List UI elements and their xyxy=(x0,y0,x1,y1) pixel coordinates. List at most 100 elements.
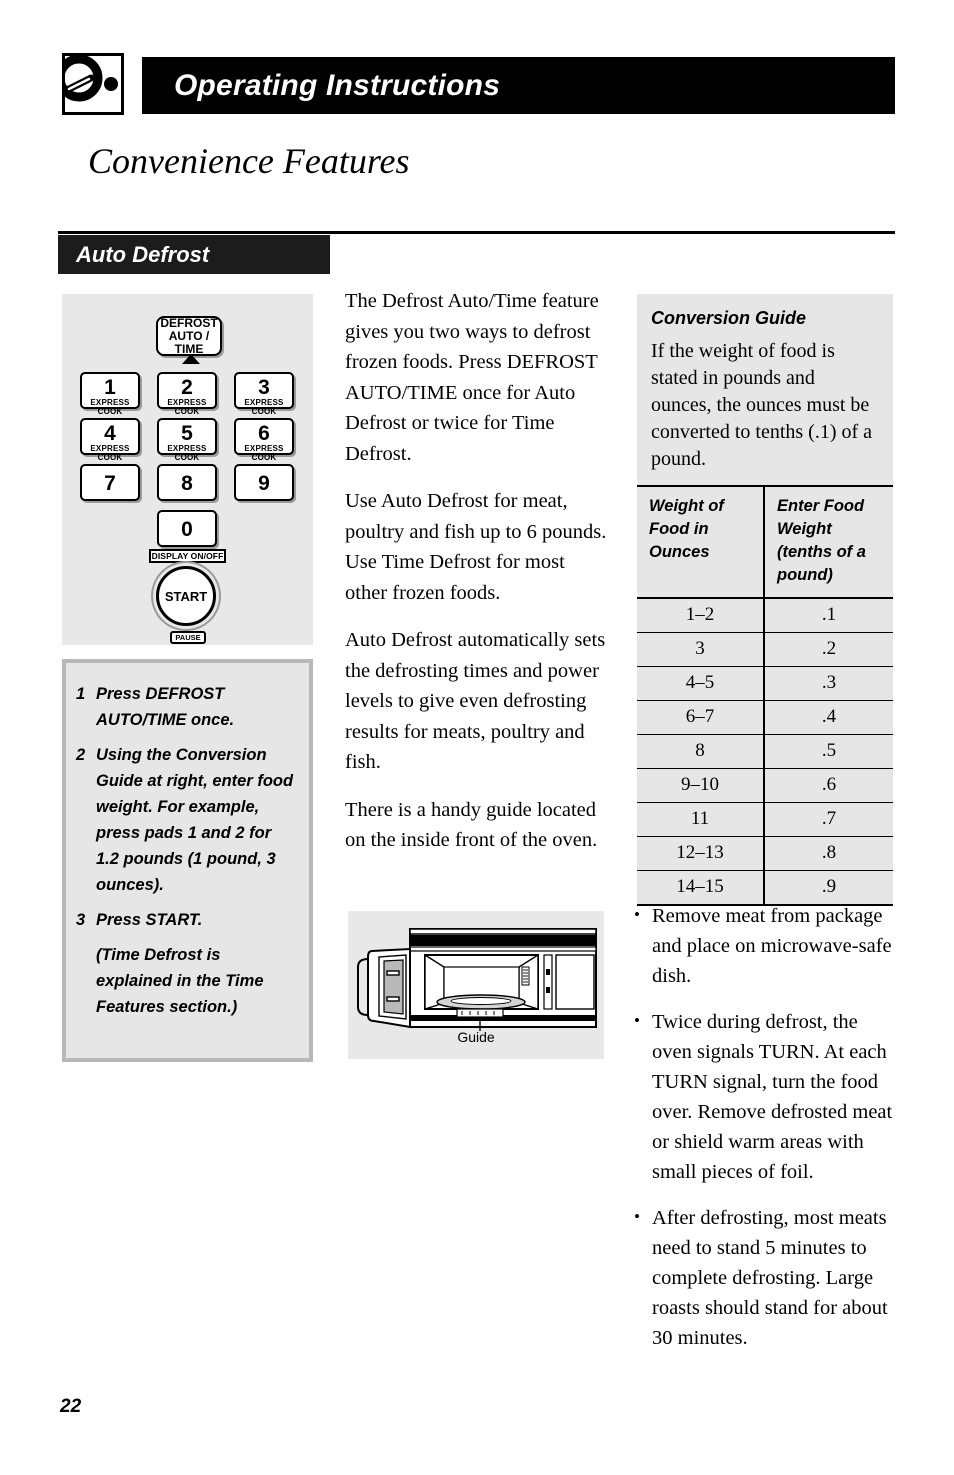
defrost-key-line2: AUTO / TIME xyxy=(168,328,210,356)
cell-ounces: 9–10 xyxy=(637,768,765,803)
number-key-9: 9 xyxy=(234,464,294,501)
number-key-0-digit: 0 xyxy=(181,518,193,541)
cell-tenths: .6 xyxy=(764,768,893,803)
table-row: 6–7 .4 xyxy=(637,700,893,735)
number-key-5-sublabel: EXPRESS COOK xyxy=(167,444,207,462)
body-paragraph-1: The Defrost Auto/Time feature gives you … xyxy=(345,290,599,465)
step-item-2: 2 Using the Conversion Guide at right, e… xyxy=(76,742,297,898)
number-key-7-digit: 7 xyxy=(104,472,116,495)
number-key-1: 1 EXPRESS COOK xyxy=(80,372,140,416)
column-header-enter-weight: Enter Food Weight (tenths of a pound) xyxy=(764,485,893,599)
section-header-auto-defrost: Auto Defrost xyxy=(58,235,330,274)
steps-note-text: (Time Defrost is explained in the Time F… xyxy=(96,946,264,1016)
number-key-8: 8 xyxy=(157,464,217,501)
column-header-weight-ounces: Weight of Food in Ounces xyxy=(637,485,765,599)
number-key-6-digit: 6 xyxy=(258,422,270,445)
cell-ounces: 8 xyxy=(637,734,765,769)
number-key-3-digit: 3 xyxy=(258,376,270,399)
table-row: 1–2 .1 xyxy=(637,597,893,633)
number-key-9-digit: 9 xyxy=(258,472,270,495)
defrost-key-line1: DEFROST xyxy=(160,315,218,330)
keypad-illustration: DEFROST AUTO / TIME 1 EXPRESS COOK 2 EXP… xyxy=(62,294,313,645)
cell-ounces: 1–2 xyxy=(637,597,765,633)
table-row: 4–5 .3 xyxy=(637,666,893,701)
steps-note: (Time Defrost is explained in the Time F… xyxy=(96,942,297,1020)
body-paragraph-2: Use Auto Defrost for meat, poultry and f… xyxy=(345,490,607,604)
number-key-1-sublabel: EXPRESS COOK xyxy=(90,398,130,416)
start-button-illustration: START xyxy=(156,566,216,626)
list-item: After defrosting, most meats need to sta… xyxy=(634,1202,898,1353)
defrost-auto-time-key: DEFROST AUTO / TIME xyxy=(156,316,222,356)
cell-tenths: .9 xyxy=(764,870,893,906)
number-key-3-sublabel: EXPRESS COOK xyxy=(244,398,284,416)
pause-tag: PAUSE xyxy=(170,631,206,644)
body-paragraph-4: There is a handy guide located on the in… xyxy=(345,798,598,852)
number-key-4-digit: 4 xyxy=(104,422,116,445)
section-header-label: Auto Defrost xyxy=(76,242,210,267)
table-row: 3 .2 xyxy=(637,632,893,667)
conversion-table: Weight of Food in Ounces Enter Food Weig… xyxy=(637,485,893,906)
step-2-number: 2 xyxy=(76,746,86,764)
cell-ounces: 11 xyxy=(637,802,765,837)
cell-ounces: 14–15 xyxy=(637,870,765,906)
page-number: 22 xyxy=(60,1396,82,1417)
cell-ounces: 6–7 xyxy=(637,700,765,735)
number-key-0: 0 xyxy=(157,510,217,547)
page-header-title: Operating Instructions xyxy=(174,69,501,102)
microwave-oven-figure: Guide xyxy=(348,911,604,1059)
number-key-2-sublabel: EXPRESS COOK xyxy=(167,398,207,416)
number-key-4: 4 EXPRESS COOK xyxy=(80,418,140,462)
number-key-2-digit: 2 xyxy=(181,376,193,399)
cell-tenths: .1 xyxy=(764,597,893,633)
number-key-4-sublabel: EXPRESS COOK xyxy=(90,444,130,462)
number-key-2: 2 EXPRESS COOK xyxy=(157,372,217,416)
table-header-row: Weight of Food in Ounces Enter Food Weig… xyxy=(637,485,893,599)
document-page: Operating Instructions Convenience Featu… xyxy=(0,0,954,1475)
defrost-tips-list: Remove meat from package and place on mi… xyxy=(632,900,898,1369)
cell-tenths: .7 xyxy=(764,802,893,837)
step-1-text: Press DEFROST AUTO/TIME once. xyxy=(96,685,235,729)
number-key-6: 6 EXPRESS COOK xyxy=(234,418,294,462)
body-text-column: The Defrost Auto/Time feature gives you … xyxy=(345,286,607,873)
microwave-oven-open-door-illustration xyxy=(357,928,597,1031)
cell-ounces: 12–13 xyxy=(637,836,765,871)
list-item: Remove meat from package and place on mi… xyxy=(634,900,898,991)
knob-dial-icon xyxy=(62,53,124,115)
number-key-8-digit: 8 xyxy=(181,472,193,495)
step-3-text: Press START. xyxy=(96,911,203,929)
body-paragraph-3: Auto Defrost automatically sets the defr… xyxy=(345,629,606,773)
step-item-1: 1 Press DEFROST AUTO/TIME once. xyxy=(76,681,297,733)
table-row: 12–13 .8 xyxy=(637,836,893,871)
numbered-steps-box: 1 Press DEFROST AUTO/TIME once. 2 Using … xyxy=(62,659,313,1062)
number-key-6-sublabel: EXPRESS COOK xyxy=(244,444,284,462)
table-row: 8 .5 xyxy=(637,734,893,769)
header-divider xyxy=(58,231,895,234)
step-2-text: Using the Conversion Guide at right, ent… xyxy=(96,746,294,894)
page-header-bar: Operating Instructions xyxy=(142,57,895,114)
number-key-5: 5 EXPRESS COOK xyxy=(157,418,217,462)
step-1-number: 1 xyxy=(76,685,86,703)
list-item: Twice during defrost, the oven signals T… xyxy=(634,1006,898,1187)
cell-tenths: .5 xyxy=(764,734,893,769)
table-row: 14–15 .9 xyxy=(637,870,893,906)
conversion-guide-title: Conversion Guide xyxy=(651,308,807,328)
cell-tenths: .3 xyxy=(764,666,893,701)
cell-tenths: .2 xyxy=(764,632,893,667)
page-subtitle: Convenience Features xyxy=(88,141,410,181)
cell-tenths: .4 xyxy=(764,700,893,735)
number-key-7: 7 xyxy=(80,464,140,501)
number-key-5-digit: 5 xyxy=(181,422,193,445)
table-row: 11 .7 xyxy=(637,802,893,837)
number-key-1-digit: 1 xyxy=(104,376,116,399)
step-3-number: 3 xyxy=(76,911,86,929)
step-item-3: 3 Press START. xyxy=(76,907,297,933)
start-button-label: START xyxy=(164,588,208,604)
defrost-key-pointer-icon xyxy=(182,354,200,364)
figure-caption-guide: Guide xyxy=(457,1029,495,1045)
display-on-off-tag: DISPLAY ON/OFF xyxy=(149,549,226,563)
cell-ounces: 4–5 xyxy=(637,666,765,701)
cell-tenths: .8 xyxy=(764,836,893,871)
table-row: 9–10 .6 xyxy=(637,768,893,803)
number-key-3: 3 EXPRESS COOK xyxy=(234,372,294,416)
conversion-guide-intro: If the weight of food is stated in pound… xyxy=(651,340,873,470)
